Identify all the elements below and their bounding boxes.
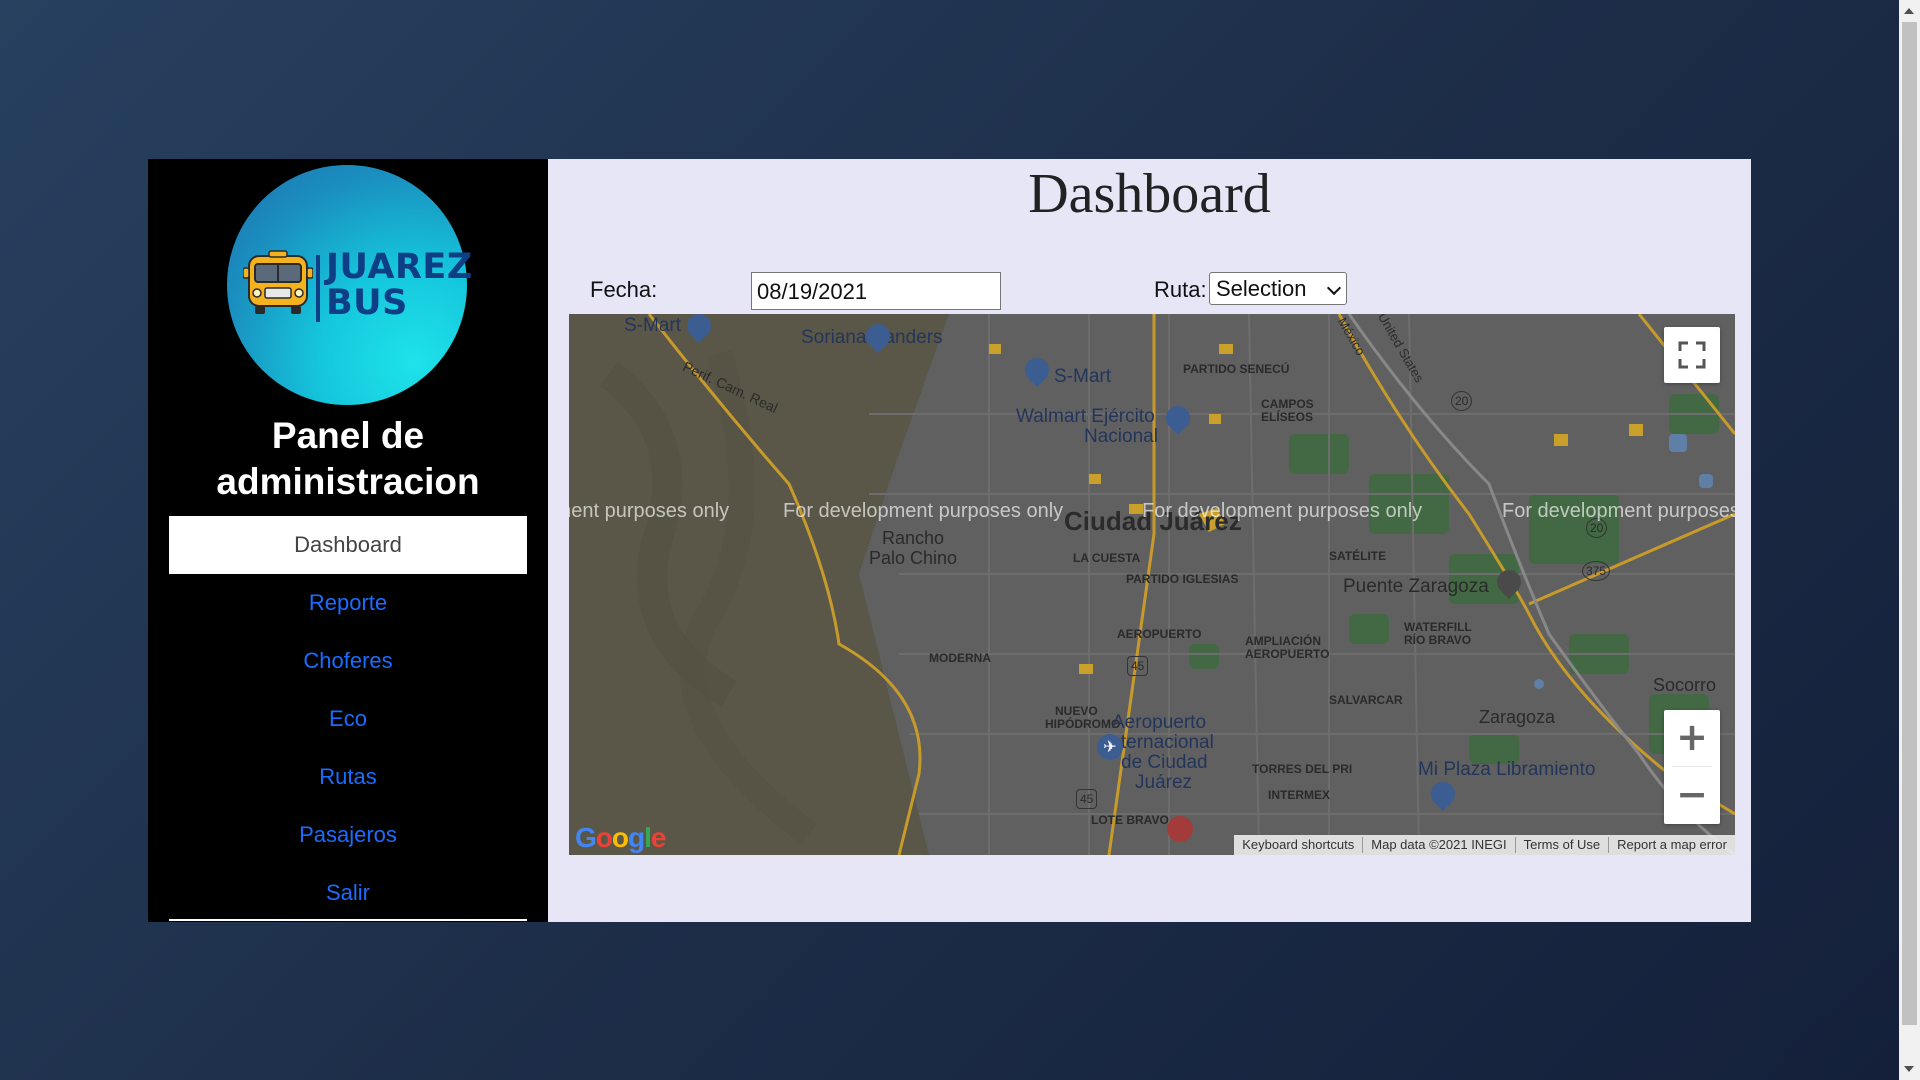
sidebar-title: Panel de administracion [216, 415, 480, 502]
map-attribution-bar: Keyboard shortcuts Map data ©2021 INEGI … [1234, 835, 1735, 855]
map-label-walmart2: Nacional [1084, 426, 1158, 447]
map-label-rancho: Rancho [882, 528, 945, 548]
map-view[interactable]: Ciudad Juárez Rancho Palo Chino LA CUEST… [569, 314, 1735, 855]
map-label-smart1: S-Mart [624, 315, 681, 336]
scrollbar-thumb[interactable] [1902, 22, 1917, 1025]
map-label-torres: TORRES DEL PRI [1252, 762, 1353, 776]
map-data-text: Map data ©2021 INEGI [1362, 837, 1514, 853]
logo-text-line2: BUS [326, 283, 408, 323]
zoom-control: + − [1664, 710, 1720, 824]
sidebar-item-rutas[interactable]: Rutas [169, 748, 527, 806]
map-label-intermex: INTERMEX [1268, 788, 1331, 802]
map-label-palo-chino: Palo Chino [869, 548, 958, 568]
dev-watermark-4: For development purposes only [1502, 500, 1735, 522]
map-label-moderna: MODERNA [929, 651, 991, 665]
dev-watermark-1: For development purposes only [569, 500, 730, 522]
hospital-icon [1167, 816, 1193, 842]
sidebar-item-pasajeros[interactable]: Pasajeros [169, 806, 527, 864]
map-label-airport-1: Aeropuerto [1112, 712, 1207, 733]
map-label-aeropuerto2: AEROPUERTO [1245, 647, 1330, 661]
dev-watermark-3: For development purposes only [1142, 500, 1423, 522]
sidebar-item-eco[interactable]: Eco [169, 690, 527, 748]
sidebar-item-choferes[interactable]: Choferes [169, 632, 527, 690]
scroll-up-arrow-icon[interactable] [1904, 8, 1914, 14]
map-label-nuevo: NUEVO [1055, 704, 1098, 718]
map-label-partido-iglesias: PARTIDO IGLESIAS [1126, 572, 1239, 586]
page-title: Dashboard [1028, 163, 1271, 225]
logo-divider [316, 255, 320, 322]
map-label-socorro: Socorro [1653, 675, 1717, 695]
map-label-rio-bravo: RÍO BRAVO [1404, 633, 1472, 647]
map-label-ampliacion: AMPLIACIÓN [1245, 634, 1321, 648]
zoom-in-button[interactable]: + [1664, 710, 1720, 767]
fullscreen-button[interactable] [1664, 327, 1720, 383]
highway-45-shield-a: 45 [1127, 656, 1149, 676]
map-label-lote-bravo: LOTE BRAVO [1091, 813, 1169, 827]
map-label-eliseos: ELÍSEOS [1261, 410, 1314, 424]
date-label: Fecha: [590, 277, 658, 302]
sidebar-nav: Dashboard Reporte Choferes Eco Rutas Pas… [169, 516, 527, 922]
highway-375-shield: 375 [1582, 561, 1611, 581]
route-select[interactable]: Selection [1209, 272, 1347, 305]
sidebar-item-reporte[interactable]: Reporte [169, 574, 527, 632]
fullscreen-icon [1678, 341, 1706, 369]
map-label-waterfill: WATERFILL [1404, 620, 1472, 634]
zoom-out-button[interactable]: − [1664, 767, 1720, 824]
admin-panel: JUAREZ BUS Panel de administracion Dashb… [148, 159, 1751, 922]
terms-of-use-link[interactable]: Terms of Use [1514, 837, 1609, 853]
scroll-down-arrow-icon[interactable] [1904, 1066, 1914, 1072]
chevron-down-icon [1326, 280, 1342, 296]
report-map-error-link[interactable]: Report a map error [1608, 837, 1735, 853]
route-select-value: Selection [1216, 276, 1307, 301]
map-label-airport-3: de Ciudad [1121, 752, 1208, 773]
main-content: Dashboard Fecha: 08/19/2021 Ruta: Select… [548, 159, 1751, 922]
date-field[interactable]: 08/19/2021 [751, 272, 1001, 310]
map-label-airport-4: Juárez [1135, 772, 1193, 793]
map-label-partido-seneco: PARTIDO SENECÚ [1183, 362, 1290, 376]
juarez-bus-logo: JUAREZ BUS [227, 165, 472, 405]
map-label-salvarcar: SALVARCAR [1329, 693, 1403, 707]
map-label-puente-zaragoza: Puente Zaragoza [1343, 576, 1489, 597]
map-label-campos: CAMPOS [1261, 397, 1314, 411]
nav-divider [169, 919, 527, 921]
map-label-walmart1: Walmart Ejército [1016, 406, 1155, 427]
sidebar-item-salir[interactable]: Salir [169, 864, 527, 922]
route-label: Ruta: [1154, 277, 1207, 302]
dev-watermark-2: For development purposes only [783, 500, 1064, 522]
map-label-mi-plaza: Mi Plaza Libramiento [1418, 759, 1596, 780]
highway-45-shield-b: 45 [1076, 789, 1098, 809]
map-label-zaragoza: Zaragoza [1479, 707, 1556, 727]
page-scrollbar[interactable] [1899, 0, 1920, 1080]
google-logo: Google [575, 822, 666, 853]
map-label-aeropuerto-col: AEROPUERTO [1117, 627, 1202, 641]
map-label-satelite: SATÉLITE [1329, 549, 1387, 563]
logo-text-line1: JUAREZ [326, 247, 473, 287]
map-label-la-cuesta: LA CUESTA [1073, 551, 1141, 565]
map-label-hipodromo: HIPÓDROMO [1045, 717, 1121, 731]
map-label-smart2: S-Mart [1054, 366, 1111, 387]
school-bus-icon [243, 250, 313, 314]
keyboard-shortcuts-link[interactable]: Keyboard shortcuts [1234, 837, 1362, 853]
sidebar-item-dashboard[interactable]: Dashboard [169, 516, 527, 574]
airport-icon: ✈ [1097, 734, 1123, 760]
sidebar: JUAREZ BUS Panel de administracion Dashb… [148, 159, 548, 922]
logo-text: JUAREZ BUS [326, 249, 473, 321]
